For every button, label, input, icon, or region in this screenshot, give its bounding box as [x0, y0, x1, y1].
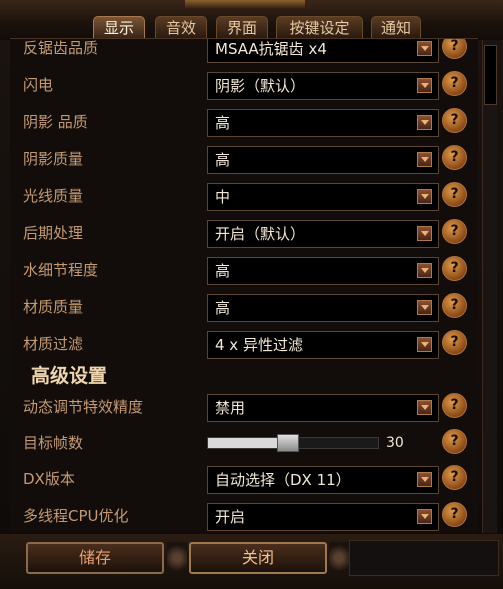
- lightning-select[interactable]: 阴影（默认）: [207, 72, 439, 100]
- help-icon[interactable]: ?: [442, 465, 467, 490]
- antialiasing-select[interactable]: MSAA抗锯齿 x4: [207, 39, 439, 63]
- texture-filtering-select[interactable]: 4 x 异性过滤: [207, 331, 439, 359]
- dropdown-arrow-icon[interactable]: [417, 189, 432, 204]
- empty-slot: [349, 540, 499, 576]
- setting-row-shadow-quality: 阴影 品质 高 ?: [10, 104, 478, 140]
- select-value: MSAA抗锯齿 x4: [215, 40, 327, 58]
- divider-ornament: [329, 542, 349, 574]
- help-icon[interactable]: ?: [442, 429, 467, 454]
- setting-label: 反锯齿品质: [23, 39, 99, 57]
- scrollbar[interactable]: [482, 40, 497, 533]
- select-value: 开启（默认）: [215, 225, 306, 243]
- dropdown-arrow-icon[interactable]: [417, 400, 432, 415]
- dropdown-arrow-icon[interactable]: [417, 152, 432, 167]
- setting-row-antialiasing: 反锯齿品质 MSAA抗锯齿 x4 ?: [10, 39, 478, 66]
- help-icon[interactable]: ?: [442, 71, 467, 96]
- tab-keybindings[interactable]: 按键设定: [276, 16, 363, 38]
- help-icon[interactable]: ?: [442, 502, 467, 527]
- setting-row-water-detail: 水细节程度 高 ?: [10, 252, 478, 288]
- texture-quality-select[interactable]: 高: [207, 294, 439, 322]
- help-icon[interactable]: ?: [442, 330, 467, 355]
- dropdown-arrow-icon[interactable]: [417, 78, 432, 93]
- tab-interface[interactable]: 界面: [216, 16, 268, 38]
- dropdown-arrow-icon[interactable]: [417, 300, 432, 315]
- advanced-settings-heading: 高级设置: [31, 365, 108, 387]
- setting-row-multithread-cpu: 多线程CPU优化 开启 ?: [10, 498, 478, 533]
- target-fps-value: 30: [386, 435, 404, 451]
- help-icon[interactable]: ?: [442, 293, 467, 318]
- top-ornament: [185, 0, 305, 8]
- settings-panel: 反锯齿品质 MSAA抗锯齿 x4 ? 闪电 阴影（默认） ? 阴影 品质 高 ?…: [10, 38, 478, 533]
- dropdown-arrow-icon[interactable]: [417, 337, 432, 352]
- setting-label: 阴影 品质: [23, 113, 88, 131]
- help-icon[interactable]: ?: [442, 256, 467, 281]
- shadow-quality-select[interactable]: 高: [207, 109, 439, 137]
- help-icon[interactable]: ?: [442, 39, 467, 59]
- water-detail-select[interactable]: 高: [207, 257, 439, 285]
- help-icon[interactable]: ?: [442, 108, 467, 133]
- select-value: 中: [215, 188, 231, 206]
- setting-label: 材质过滤: [23, 335, 84, 353]
- select-value: 高: [215, 114, 231, 132]
- dropdown-arrow-icon[interactable]: [417, 472, 432, 487]
- dropdown-arrow-icon[interactable]: [417, 41, 432, 56]
- select-value: 高: [215, 151, 231, 169]
- dropdown-arrow-icon[interactable]: [417, 263, 432, 278]
- setting-row-dynamic-effects: 动态调节特效精度 禁用 ?: [10, 389, 478, 425]
- save-button[interactable]: 储存: [26, 542, 164, 574]
- dropdown-arrow-icon[interactable]: [417, 509, 432, 524]
- select-value: 4 x 异性过滤: [215, 336, 303, 354]
- help-icon[interactable]: ?: [442, 219, 467, 244]
- setting-row-lighting-quality: 光线质量 中 ?: [10, 178, 478, 214]
- close-button[interactable]: 关闭: [189, 542, 327, 574]
- setting-row-target-fps: 目标帧数 30 ?: [10, 425, 478, 461]
- select-value: 自动选择（DX 11）: [215, 471, 351, 489]
- dx-version-select[interactable]: 自动选择（DX 11）: [207, 466, 439, 494]
- select-value: 开启: [215, 508, 246, 526]
- dropdown-arrow-icon[interactable]: [417, 115, 432, 130]
- shadow-detail-select[interactable]: 高: [207, 146, 439, 174]
- setting-label: 水细节程度: [23, 261, 99, 279]
- tab-audio[interactable]: 音效: [155, 16, 207, 38]
- scrollbar-thumb[interactable]: [484, 45, 497, 105]
- setting-row-shadow-detail: 阴影质量 高 ?: [10, 141, 478, 177]
- slider-thumb[interactable]: [276, 434, 299, 452]
- tab-notifications[interactable]: 通知: [371, 16, 421, 38]
- dropdown-arrow-icon[interactable]: [417, 226, 432, 241]
- setting-label: 多线程CPU优化: [23, 507, 129, 525]
- select-value: 高: [215, 299, 231, 317]
- setting-label: 材质质量: [23, 298, 84, 316]
- setting-label: 后期处理: [23, 224, 84, 242]
- select-value: 阴影（默认）: [215, 77, 306, 95]
- multithread-cpu-select[interactable]: 开启: [207, 503, 439, 531]
- setting-row-texture-filtering: 材质过滤 4 x 异性过滤 ?: [10, 326, 478, 362]
- setting-label: 动态调节特效精度: [23, 398, 144, 416]
- setting-row-lightning: 闪电 阴影（默认） ?: [10, 67, 478, 103]
- dynamic-effects-select[interactable]: 禁用: [207, 394, 439, 422]
- select-value: 高: [215, 262, 231, 280]
- setting-row-dx-version: DX版本 自动选择（DX 11） ?: [10, 461, 478, 497]
- tab-display[interactable]: 显示: [93, 16, 145, 38]
- help-icon[interactable]: ?: [442, 182, 467, 207]
- select-value: 禁用: [215, 399, 246, 417]
- target-fps-slider[interactable]: [207, 434, 379, 452]
- setting-row-post-processing: 后期处理 开启（默认） ?: [10, 215, 478, 251]
- help-icon[interactable]: ?: [442, 145, 467, 170]
- setting-label: DX版本: [23, 470, 75, 488]
- setting-label: 闪电: [23, 76, 54, 94]
- setting-label: 光线质量: [23, 187, 84, 205]
- setting-label: 阴影质量: [23, 150, 84, 168]
- post-processing-select[interactable]: 开启（默认）: [207, 220, 439, 248]
- lighting-quality-select[interactable]: 中: [207, 183, 439, 211]
- help-icon[interactable]: ?: [442, 393, 467, 418]
- setting-row-texture-quality: 材质质量 高 ?: [10, 289, 478, 325]
- divider-ornament: [167, 542, 187, 574]
- setting-label: 目标帧数: [23, 434, 84, 452]
